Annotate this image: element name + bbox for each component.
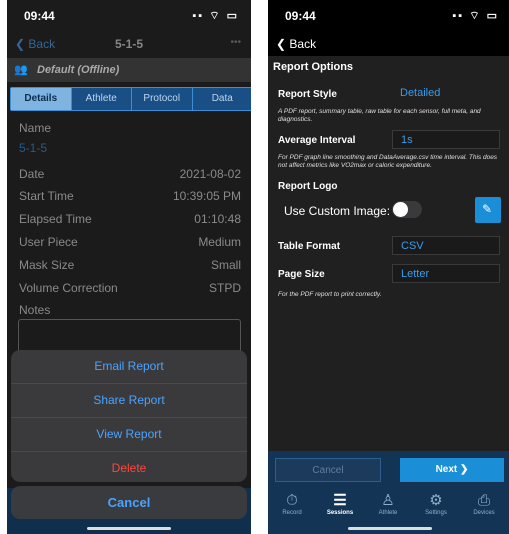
average-interval-help: For PDF graph line smoothing and DataAve… [278,154,498,169]
mask-size-value: Small [210,258,241,272]
page-size-help: For the PDF report to print correctly. [278,291,382,298]
tab-sessions-label: Sessions [326,510,354,516]
chevron-left-icon: ❮ [276,37,287,51]
table-format-select[interactable]: CSV [392,236,500,255]
nav-bar: ❮ Back 5-1-5 ••• [7,30,251,58]
page-size-label: Page Size [278,269,325,280]
profile-banner: 👥 Default (Offline) [7,58,251,82]
back-label: Back [289,37,317,51]
name-label: Name [19,121,52,135]
tab-settings-label: Settings [425,510,447,516]
custom-image-toggle[interactable] [392,201,422,218]
home-indicator [348,527,432,530]
start-time-label: Start Time [19,189,74,203]
status-icons: ▪▪ ⌔ ▭ [452,10,499,22]
chevron-right-icon: ❯ [460,464,469,475]
more-icon[interactable]: ••• [230,37,241,48]
date-value: 2021-08-02 [179,167,241,181]
share-report-button[interactable]: Share Report [11,383,247,417]
report-logo-label: Report Logo [278,181,338,192]
view-report-button[interactable]: View Report [11,417,247,451]
tab-record-label: Record [282,510,302,516]
notes-label: Notes [19,303,51,317]
report-style-select[interactable]: Detailed [392,84,500,103]
start-time-value: 10:39:05 PM [172,189,241,203]
next-label: Next [435,464,458,475]
people-icon: 👥 [14,64,28,76]
user-piece-label: User Piece [19,235,78,249]
mask-size-label: Mask Size [19,258,75,272]
tab-record[interactable]: ⏱ Record [268,492,316,516]
tab-athlete[interactable]: Athlete [70,88,132,110]
page-size-select[interactable]: Letter [392,264,500,283]
report-style-help: A PDF report, summary table, raw table f… [278,108,481,123]
edit-icon: ✎ [482,202,493,216]
nav-bar: ❮ Back [268,30,509,56]
gear-icon: ⚙ [429,492,443,509]
custom-image-label: Use Custom Image: [284,204,391,218]
back-button[interactable]: ❮ Back [276,37,316,51]
action-sheet: Email Report Share Report View Report De… [11,350,247,482]
toggle-knob [393,202,408,217]
tab-data[interactable]: Data [191,88,252,110]
left-screen: 09:44 ▪▪ ⌔ ▭ ❮ Back 5-1-5 ••• 👥 Default … [7,0,251,534]
elapsed-time-value: 01:10:48 [194,212,241,226]
tab-details[interactable]: Details [11,88,71,110]
devices-icon: ⎙ [477,492,490,509]
status-time: 09:44 [285,9,316,23]
user-piece-value: Medium [198,235,241,249]
page-title: 5-1-5 [114,37,143,51]
volume-correction-value: STPD [208,281,241,295]
status-bar: 09:44 ▪▪ ⌔ ▭ [268,0,509,30]
detail-row: Elapsed Time 01:10:48 [19,212,241,226]
average-interval-field[interactable]: 1s [392,130,500,149]
tab-protocol[interactable]: Protocol [131,88,192,110]
profile-name: Default (Offline) [37,64,120,76]
tab-devices[interactable]: ⎙ Devices [460,492,508,516]
detail-row: Start Time 10:39:05 PM [19,189,241,203]
average-interval-label: Average Interval [278,135,356,146]
edit-logo-button[interactable]: ✎ [475,197,501,223]
segment-control: Details Athlete Protocol Data [10,87,251,111]
tab-athlete-label: Athlete [378,510,398,516]
person-icon: ♙ [381,492,395,509]
date-label: Date [19,167,45,181]
report-style-label: Report Style [278,89,337,100]
detail-row: Volume Correction STPD [19,281,241,295]
delete-button[interactable]: Delete [11,451,247,485]
tab-devices-label: Devices [473,510,495,516]
tab-sessions[interactable]: ☰ Sessions [316,492,364,516]
tab-settings[interactable]: ⚙ Settings [412,492,460,516]
status-time: 09:44 [24,9,55,23]
stopwatch-icon: ⏱ [286,492,298,509]
status-icons: ▪▪ ⌔ ▭ [192,10,239,22]
email-report-button[interactable]: Email Report [11,350,247,383]
volume-correction-label: Volume Correction [19,281,118,295]
detail-row: Date 2021-08-02 [19,167,241,181]
detail-row: Mask Size Small [19,258,241,272]
cancel-button[interactable]: Cancel [11,486,247,519]
elapsed-time-label: Elapsed Time [19,212,92,226]
name-field[interactable]: 5-1-5 [19,141,241,155]
home-indicator [87,527,171,530]
status-bar: 09:44 ▪▪ ⌔ ▭ [7,0,251,30]
list-icon: ☰ [333,492,347,509]
table-format-label: Table Format [278,241,341,252]
tab-athlete[interactable]: ♙ Athlete [364,492,412,516]
right-screen: 09:44 ▪▪ ⌔ ▭ ❮ Back Report Options Repor… [268,0,509,534]
detail-row: User Piece Medium [19,235,241,249]
next-button[interactable]: Next ❯ [400,458,504,482]
section-title: Report Options [273,61,354,73]
cancel-sheet: Cancel [11,486,247,519]
cancel-button[interactable]: Cancel [275,458,381,482]
